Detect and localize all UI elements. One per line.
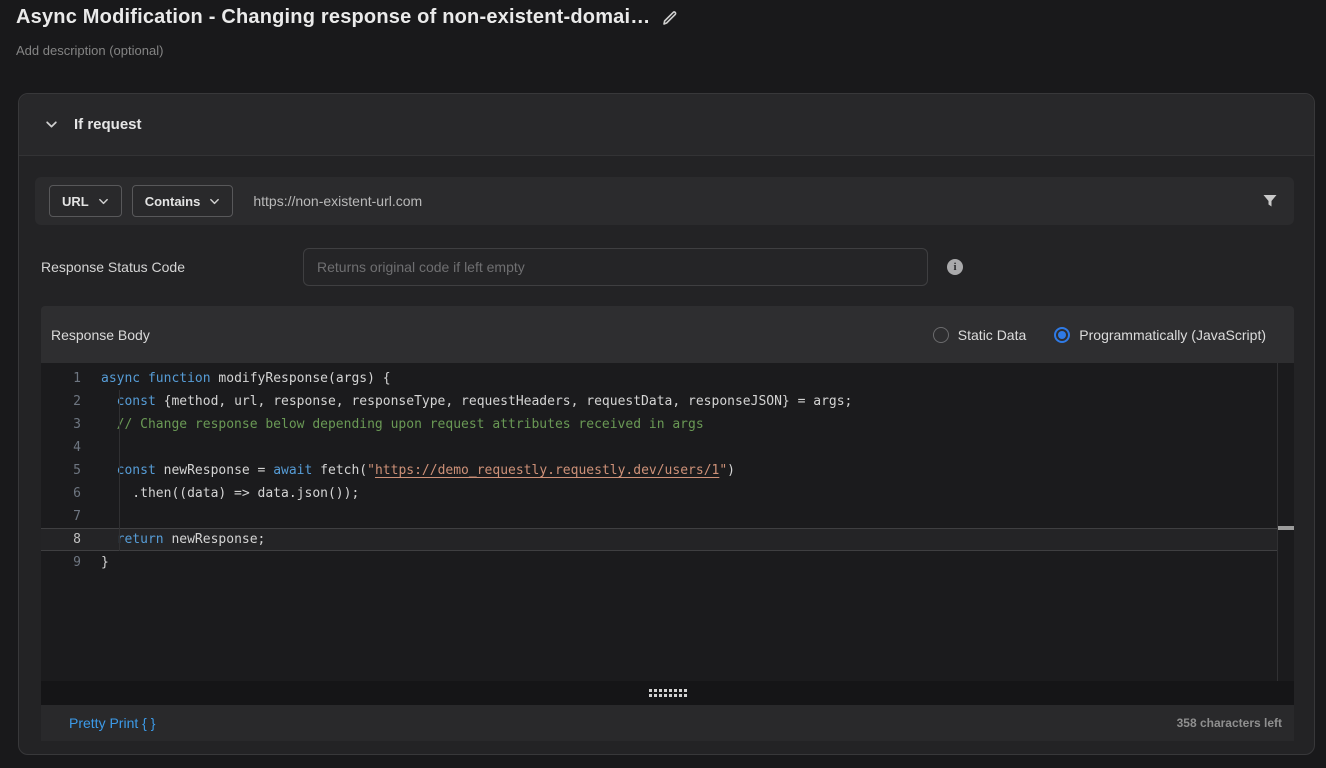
info-icon[interactable]: i: [947, 259, 963, 275]
code-editor[interactable]: 1async function modifyResponse(args) {2 …: [41, 363, 1294, 681]
if-request-label: If request: [74, 116, 142, 133]
line-number: 1: [41, 367, 101, 390]
chevron-down-icon: [45, 118, 58, 131]
code-content: return newResponse;: [101, 529, 1278, 550]
code-content: const {method, url, response, responseTy…: [101, 390, 1278, 413]
request-condition-row: URL Contains: [35, 177, 1294, 225]
code-line-1[interactable]: 1async function modifyResponse(args) {: [41, 367, 1278, 390]
radio-static-data-label: Static Data: [958, 327, 1026, 343]
pretty-print-button[interactable]: Pretty Print { }: [69, 715, 155, 731]
radio-selected-icon: [1054, 327, 1070, 343]
code-line-4[interactable]: 4: [41, 436, 1278, 459]
filter-icon[interactable]: [1262, 193, 1278, 209]
response-body-footer: Pretty Print { } 358 characters left: [41, 705, 1294, 741]
code-content: [101, 436, 1278, 459]
line-number: 9: [41, 551, 101, 574]
line-number: 4: [41, 436, 101, 459]
if-request-section-header[interactable]: If request: [19, 94, 1314, 156]
rule-header: Async Modification - Changing response o…: [16, 6, 678, 29]
condition-operator-label: Contains: [145, 194, 201, 209]
editor-resize-strip: [41, 681, 1294, 705]
code-line-6[interactable]: 6 .then((data) => data.json());: [41, 482, 1278, 505]
line-number: 8: [41, 529, 101, 550]
response-body-header: Response Body Static Data Programmatical…: [41, 306, 1294, 363]
characters-left-counter: 358 characters left: [1177, 716, 1282, 730]
add-description-link[interactable]: Add description (optional): [16, 43, 163, 58]
code-line-7[interactable]: 7: [41, 505, 1278, 528]
editor-cursor-marker: [1278, 526, 1294, 530]
code-content: async function modifyResponse(args) {: [101, 367, 1278, 390]
condition-operator-dropdown[interactable]: Contains: [132, 185, 234, 217]
indent-guide: [119, 390, 120, 551]
response-status-code-input[interactable]: [303, 248, 928, 286]
line-number: 2: [41, 390, 101, 413]
response-status-code-label: Response Status Code: [41, 248, 185, 286]
condition-field-label: URL: [62, 194, 89, 209]
radio-static-data[interactable]: Static Data: [933, 327, 1026, 343]
code-line-2[interactable]: 2 const {method, url, response, response…: [41, 390, 1278, 413]
line-number: 6: [41, 482, 101, 505]
line-number: 7: [41, 505, 101, 528]
condition-value-input[interactable]: [243, 193, 1252, 209]
editor-scrollbar-track: [1277, 363, 1278, 681]
radio-programmatically-label: Programmatically (JavaScript): [1079, 327, 1266, 343]
code-content: // Change response below depending upon …: [101, 413, 1278, 436]
radio-programmatically[interactable]: Programmatically (JavaScript): [1054, 327, 1266, 343]
edit-title-pencil-icon[interactable]: [662, 10, 678, 26]
line-number: 3: [41, 413, 101, 436]
response-body-label: Response Body: [51, 327, 150, 343]
code-content: }: [101, 551, 1278, 574]
code-line-5[interactable]: 5 const newResponse = await fetch("https…: [41, 459, 1278, 482]
rule-panel: If request URL Contains Response Status …: [18, 93, 1315, 755]
code-line-9[interactable]: 9}: [41, 551, 1278, 574]
chevron-down-icon: [209, 196, 220, 207]
page-title: Async Modification - Changing response o…: [16, 6, 650, 29]
code-line-3[interactable]: 3 // Change response below depending upo…: [41, 413, 1278, 436]
code-content: [101, 505, 1278, 528]
response-body-section: Response Body Static Data Programmatical…: [41, 306, 1294, 741]
line-number: 5: [41, 459, 101, 482]
code-content: .then((data) => data.json());: [101, 482, 1278, 505]
condition-field-dropdown[interactable]: URL: [49, 185, 122, 217]
code-lines: 1async function modifyResponse(args) {2 …: [41, 367, 1278, 574]
code-content: const newResponse = await fetch("https:/…: [101, 459, 1278, 482]
resize-handle-icon[interactable]: [649, 689, 687, 697]
response-body-mode-radios: Static Data Programmatically (JavaScript…: [933, 327, 1266, 343]
code-line-8[interactable]: 8 return newResponse;: [41, 528, 1278, 551]
radio-unselected-icon: [933, 327, 949, 343]
chevron-down-icon: [98, 196, 109, 207]
